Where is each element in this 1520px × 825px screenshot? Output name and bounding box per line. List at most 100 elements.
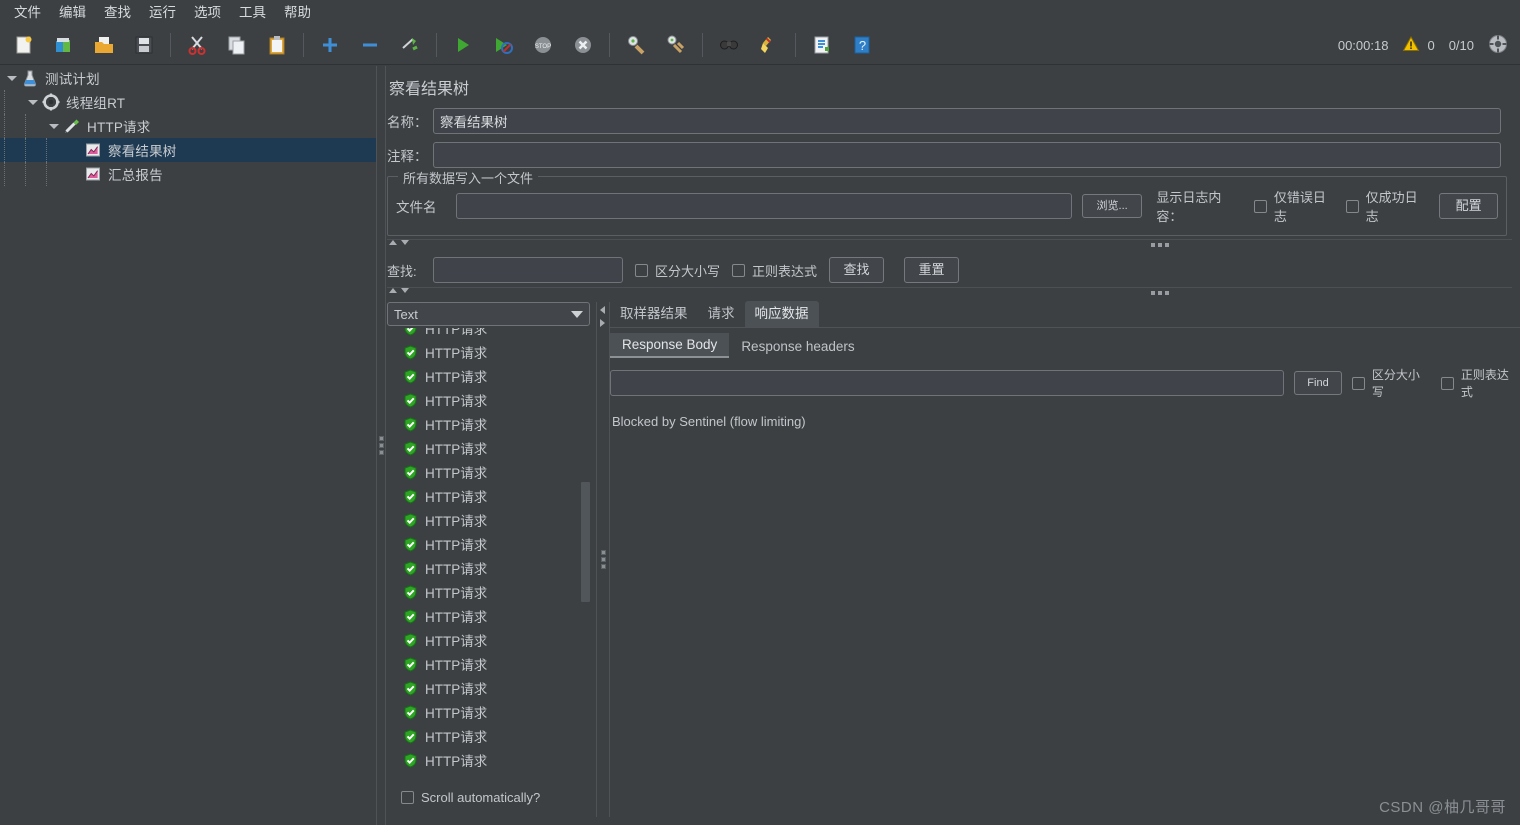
- toolbar-separator: [702, 33, 703, 57]
- sampler-list[interactable]: HTTP请求 HTTP请求 HTTP请求 HTTP请求 HTTP请求 HTTP请求 HTTP…: [387, 328, 590, 791]
- sampler-list-item[interactable]: HTTP请求: [387, 388, 590, 412]
- tree-node-test-plan[interactable]: 测试计划: [0, 66, 376, 90]
- sampler-list-item[interactable]: HTTP请求: [387, 556, 590, 580]
- sampler-list-item[interactable]: HTTP请求: [387, 436, 590, 460]
- response-find-input[interactable]: [610, 370, 1285, 396]
- sampler-list-item[interactable]: HTTP请求: [387, 700, 590, 724]
- sampler-list-item[interactable]: HTTP请求: [387, 604, 590, 628]
- menu-options[interactable]: 选项: [186, 1, 229, 25]
- start-icon[interactable]: [443, 28, 483, 62]
- renderer-combo[interactable]: Text: [387, 302, 590, 326]
- successes-only-checkbox[interactable]: 仅成功日志: [1345, 187, 1428, 225]
- sampler-list-item[interactable]: HTTP请求: [387, 340, 590, 364]
- clear-icon[interactable]: [616, 28, 656, 62]
- test-plan-tree[interactable]: 测试计划线程组RT HTTP请求 察看结果树 汇总报告: [0, 66, 376, 825]
- sampler-list-item[interactable]: HTTP请求: [387, 532, 590, 556]
- search-input[interactable]: [433, 257, 623, 283]
- tree-indent-guide: [25, 114, 46, 138]
- subtab-response-body[interactable]: Response Body: [610, 333, 730, 358]
- sampler-list-item[interactable]: HTTP请求: [387, 676, 590, 700]
- sampler-list-item[interactable]: HTTP请求: [387, 628, 590, 652]
- comment-input[interactable]: [433, 142, 1501, 168]
- menu-search[interactable]: 查找: [96, 1, 139, 25]
- clear-threads-icon[interactable]: [1488, 34, 1508, 57]
- sampler-list-item[interactable]: HTTP请求: [387, 652, 590, 676]
- menu-run[interactable]: 运行: [141, 1, 184, 25]
- menu-edit[interactable]: 编辑: [51, 1, 94, 25]
- search-case-sensitive-checkbox[interactable]: 区分大小写: [635, 261, 720, 280]
- sampler-list-item[interactable]: HTTP请求: [387, 580, 590, 604]
- tab-sampler-result[interactable]: 取样器结果: [610, 301, 698, 327]
- collapse-icon[interactable]: [350, 28, 390, 62]
- sampler-list-item[interactable]: HTTP请求: [387, 508, 590, 532]
- search-reset-button[interactable]: 重置: [904, 257, 960, 283]
- tree-node-label: 线程组RT: [66, 96, 126, 111]
- errors-only-checkbox[interactable]: 仅错误日志: [1253, 187, 1336, 225]
- save-icon[interactable]: [124, 28, 164, 62]
- search-reset-icon[interactable]: [749, 28, 789, 62]
- chevron-down-icon[interactable]: [25, 90, 41, 114]
- templates-icon[interactable]: [44, 28, 84, 62]
- configure-button[interactable]: 配置: [1439, 193, 1498, 219]
- expand-icon[interactable]: [310, 28, 350, 62]
- sampler-list-item[interactable]: HTTP请求: [387, 328, 590, 340]
- shutdown-icon[interactable]: [563, 28, 603, 62]
- open-icon[interactable]: [84, 28, 124, 62]
- tree-node-summary-report[interactable]: 汇总报告: [0, 162, 376, 186]
- splitter-arrows[interactable]: [389, 288, 409, 293]
- collapse-up-icon[interactable]: [389, 240, 397, 245]
- sampler-list-item[interactable]: HTTP请求: [387, 460, 590, 484]
- menu-help[interactable]: 帮助: [276, 1, 319, 25]
- scroll-automatically-checkbox[interactable]: Scroll automatically?: [401, 790, 540, 805]
- function-helper-icon[interactable]: [802, 28, 842, 62]
- search-regexp-checkbox[interactable]: 正则表达式: [732, 261, 817, 280]
- main-splitter[interactable]: [376, 66, 386, 825]
- collapse-right-icon[interactable]: [600, 319, 605, 327]
- search-icon[interactable]: [709, 28, 749, 62]
- sampler-list-item[interactable]: HTTP请求: [387, 364, 590, 388]
- search-find-button[interactable]: 查找: [829, 257, 885, 283]
- active-threads-ratio: 0/10: [1448, 38, 1474, 53]
- sampler-list-scrollbar-thumb[interactable]: [581, 482, 590, 602]
- start-no-pauses-icon[interactable]: [483, 28, 523, 62]
- copy-icon[interactable]: [217, 28, 257, 62]
- sampler-list-item[interactable]: HTTP请求: [387, 412, 590, 436]
- collapse-down-icon[interactable]: [401, 288, 409, 293]
- response-find-button[interactable]: Find: [1294, 371, 1342, 395]
- browse-button[interactable]: 浏览...: [1081, 194, 1143, 218]
- sampler-list-item[interactable]: HTTP请求: [387, 748, 590, 772]
- cut-icon[interactable]: [177, 28, 217, 62]
- name-input[interactable]: [433, 108, 1501, 134]
- collapse-down-icon[interactable]: [401, 240, 409, 245]
- stop-icon[interactable]: STOP: [523, 28, 563, 62]
- tab-request[interactable]: 请求: [698, 301, 745, 327]
- tree-node-thread-group[interactable]: 线程组RT: [0, 90, 376, 114]
- help-icon[interactable]: ?: [842, 28, 882, 62]
- tree-node-http-request[interactable]: HTTP请求: [0, 114, 376, 138]
- splitter-bar-upper[interactable]: [387, 239, 1512, 251]
- tree-node-view-results-tree[interactable]: 察看结果树: [0, 138, 376, 162]
- filename-input[interactable]: [456, 193, 1072, 219]
- menu-file[interactable]: 文件: [6, 1, 49, 25]
- response-case-sensitive-checkbox[interactable]: 区分大小写: [1351, 366, 1431, 400]
- sampler-list-item[interactable]: HTTP请求: [387, 724, 590, 748]
- response-regexp-checkbox[interactable]: 正则表达式: [1440, 366, 1520, 400]
- collapse-left-icon[interactable]: [600, 306, 605, 314]
- paste-icon[interactable]: [257, 28, 297, 62]
- sampler-list-item[interactable]: HTTP请求: [387, 484, 590, 508]
- successes-only-label: 仅成功日志: [1365, 190, 1418, 224]
- subtab-response-headers[interactable]: Response headers: [729, 335, 866, 358]
- splitter-bar-lower[interactable]: [387, 287, 1512, 299]
- results-splitter[interactable]: [596, 302, 610, 817]
- clear-all-icon[interactable]: [656, 28, 696, 62]
- new-icon[interactable]: [4, 28, 44, 62]
- menu-tools[interactable]: 工具: [231, 1, 274, 25]
- results-splitter-arrows[interactable]: [600, 306, 605, 327]
- chevron-down-icon[interactable]: [4, 66, 20, 90]
- chevron-down-icon[interactable]: [46, 114, 62, 138]
- collapse-up-icon[interactable]: [389, 288, 397, 293]
- splitter-arrows[interactable]: [389, 240, 409, 245]
- warning-icon[interactable]: [1402, 35, 1420, 56]
- toggle-icon[interactable]: [390, 28, 430, 62]
- tab-response-data[interactable]: 响应数据: [744, 301, 819, 327]
